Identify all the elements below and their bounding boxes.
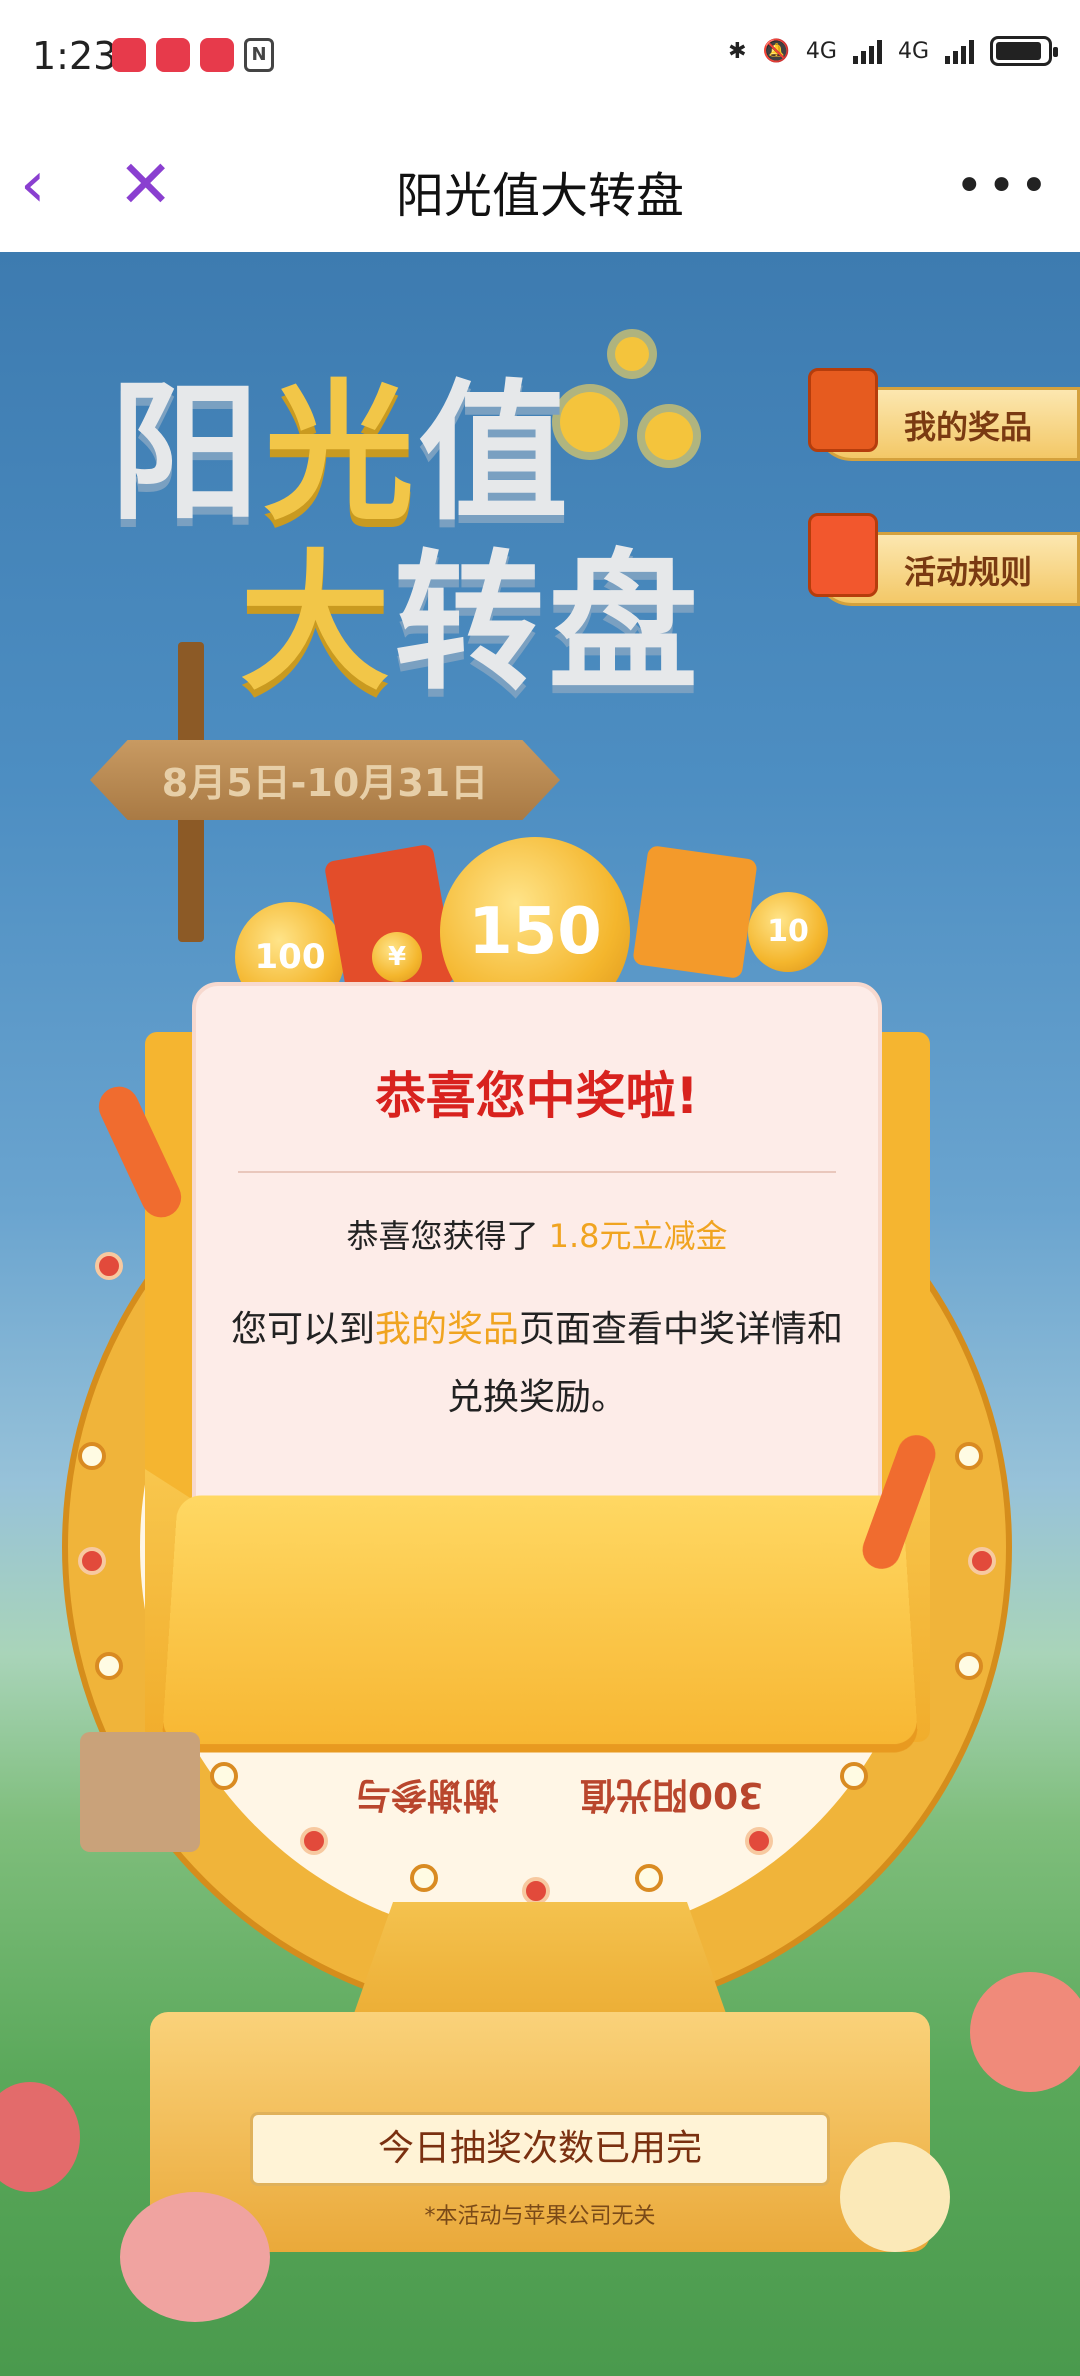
flower-decoration xyxy=(970,1972,1080,2092)
wheel-segment-label: 谢谢参与 xyxy=(355,1774,500,1815)
status-time: 1:23 xyxy=(32,34,118,78)
wheel-light xyxy=(95,1652,123,1680)
wheel-light xyxy=(840,1762,868,1790)
prize-instructions: 您可以到我的奖品页面查看中奖详情和兑换奖励。 xyxy=(230,1309,844,1418)
wheel-light xyxy=(95,1252,123,1280)
sun-icon xyxy=(645,412,693,460)
my-prizes-link[interactable]: 我的奖品 xyxy=(375,1309,519,1350)
huawei-app-icon xyxy=(200,38,234,72)
network-label-1: 4G xyxy=(805,38,837,64)
wheel-light xyxy=(78,1547,106,1575)
prize-line: 恭喜您获得了 1.8元立减金 xyxy=(346,1217,728,1255)
wheel-light xyxy=(955,1442,983,1470)
bluetooth-icon: ✱ xyxy=(728,38,747,64)
huawei-app-icon xyxy=(112,38,146,72)
status-bar: 1:23 N ✱ 🔕 4G 4G xyxy=(0,0,1080,118)
wheel-light xyxy=(955,1652,983,1680)
wheel-light xyxy=(410,1864,438,1892)
battery-icon xyxy=(990,36,1058,66)
signal-icon xyxy=(945,38,974,64)
status-right: ✱ 🔕 4G 4G xyxy=(728,36,1058,66)
date-range: 8月5日-10月31日 xyxy=(161,761,489,805)
wheel-light xyxy=(78,1442,106,1470)
hero-title-line2: 大转盘 xyxy=(240,537,703,711)
dialog-title: 恭喜您中奖啦! xyxy=(375,1067,699,1125)
flower-decoration xyxy=(120,2192,270,2322)
house-decoration xyxy=(80,1732,200,1852)
wheel-light xyxy=(745,1827,773,1855)
nav-bar: ‹ ✕ 阳光值大转盘 ••• xyxy=(0,118,1080,252)
mute-bell-icon: 🔕 xyxy=(762,38,790,64)
gift-bag-icon xyxy=(632,844,758,980)
wheel-segment-label: 300阳光值 xyxy=(580,1774,764,1815)
gift-icon xyxy=(808,368,878,452)
draw-status-button[interactable]: 今日抽奖次数已用完 xyxy=(250,2112,830,2186)
activity-page: 阳光值 大转盘 8月5日-10月31日 我的奖品 活动规则 谢谢参与 300阳光… xyxy=(0,252,1080,2376)
wheel-light xyxy=(968,1547,996,1575)
clipboard-alert-icon xyxy=(808,513,878,597)
notification-icons: N xyxy=(112,38,274,72)
wheel-light xyxy=(522,1877,550,1905)
prize-amount: 1.8元立减金 xyxy=(548,1217,728,1255)
wheel-light xyxy=(635,1864,663,1892)
yuan-icon: ¥ xyxy=(372,932,422,982)
prize-dialog: 恭喜您中奖啦! 恭喜您获得了 1.8元立减金 您可以到我的奖品页面查看中奖详情和… xyxy=(192,982,882,1542)
nfc-icon: N xyxy=(244,38,274,72)
more-horizontal-icon[interactable]: ••• xyxy=(955,158,1052,214)
signal-icon xyxy=(852,38,882,64)
network-label-2: 4G xyxy=(897,38,929,64)
my-prizes-button[interactable]: 我的奖品 xyxy=(808,368,1080,461)
flower-decoration xyxy=(840,2142,950,2252)
sun-icon xyxy=(615,337,649,371)
wheel-light xyxy=(210,1762,238,1790)
page-title: 阳光值大转盘 xyxy=(395,168,684,224)
dialog-divider xyxy=(238,1171,836,1173)
envelope-pocket xyxy=(161,1495,919,1745)
flower-decoration xyxy=(0,2082,80,2192)
coupon-10: 10 xyxy=(748,892,828,972)
wheel-light xyxy=(300,1827,328,1855)
my-prizes-label: 我的奖品 xyxy=(904,408,1033,446)
huawei-app-icon xyxy=(156,38,190,72)
rules-button[interactable]: 活动规则 xyxy=(808,513,1080,606)
rules-label: 活动规则 xyxy=(904,553,1033,591)
